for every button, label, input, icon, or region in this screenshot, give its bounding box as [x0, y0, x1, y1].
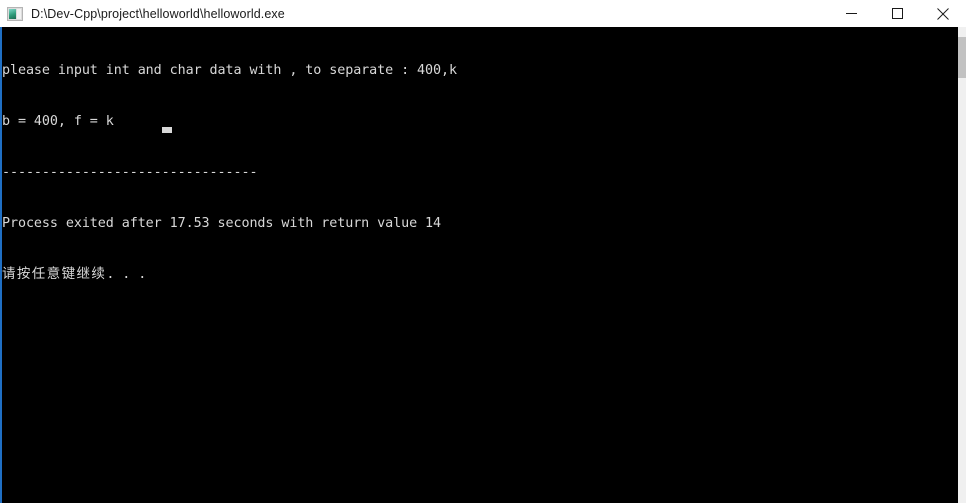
scrollbar-thumb[interactable] [958, 37, 966, 78]
console-line-separator: -------------------------------- [2, 165, 258, 180]
vertical-scrollbar[interactable] [958, 27, 966, 503]
console-line-prompt: please input int and char data with , to… [2, 63, 457, 78]
maximize-button[interactable] [874, 0, 920, 27]
console-text: please input int and char data with , to… [2, 28, 457, 317]
press-any-key-dots: . . . [106, 267, 147, 282]
icon-screen-left [9, 8, 16, 19]
minimize-button[interactable] [828, 0, 874, 27]
press-any-key-text: 请按任意键继续 [2, 266, 107, 282]
close-button[interactable] [920, 0, 966, 27]
maximize-icon [891, 8, 903, 19]
console-output-area[interactable]: please input int and char data with , to… [0, 27, 966, 503]
close-icon [937, 7, 949, 20]
console-line-press-any-key: 请按任意键继续. . . [2, 266, 457, 283]
console-window: D:\Dev-Cpp\project\helloworld\helloworld… [0, 0, 966, 503]
console-line-exit-status: Process exited after 17.53 seconds with … [2, 216, 442, 231]
icon-screen-right [17, 8, 21, 19]
block-cursor [162, 127, 172, 133]
window-title: D:\Dev-Cpp\project\helloworld\helloworld… [31, 6, 285, 21]
console-app-icon [7, 6, 23, 22]
title-bar[interactable]: D:\Dev-Cpp\project\helloworld\helloworld… [0, 0, 966, 27]
minimize-icon [845, 13, 857, 14]
console-line-variables: b = 400, f = k [2, 114, 114, 129]
